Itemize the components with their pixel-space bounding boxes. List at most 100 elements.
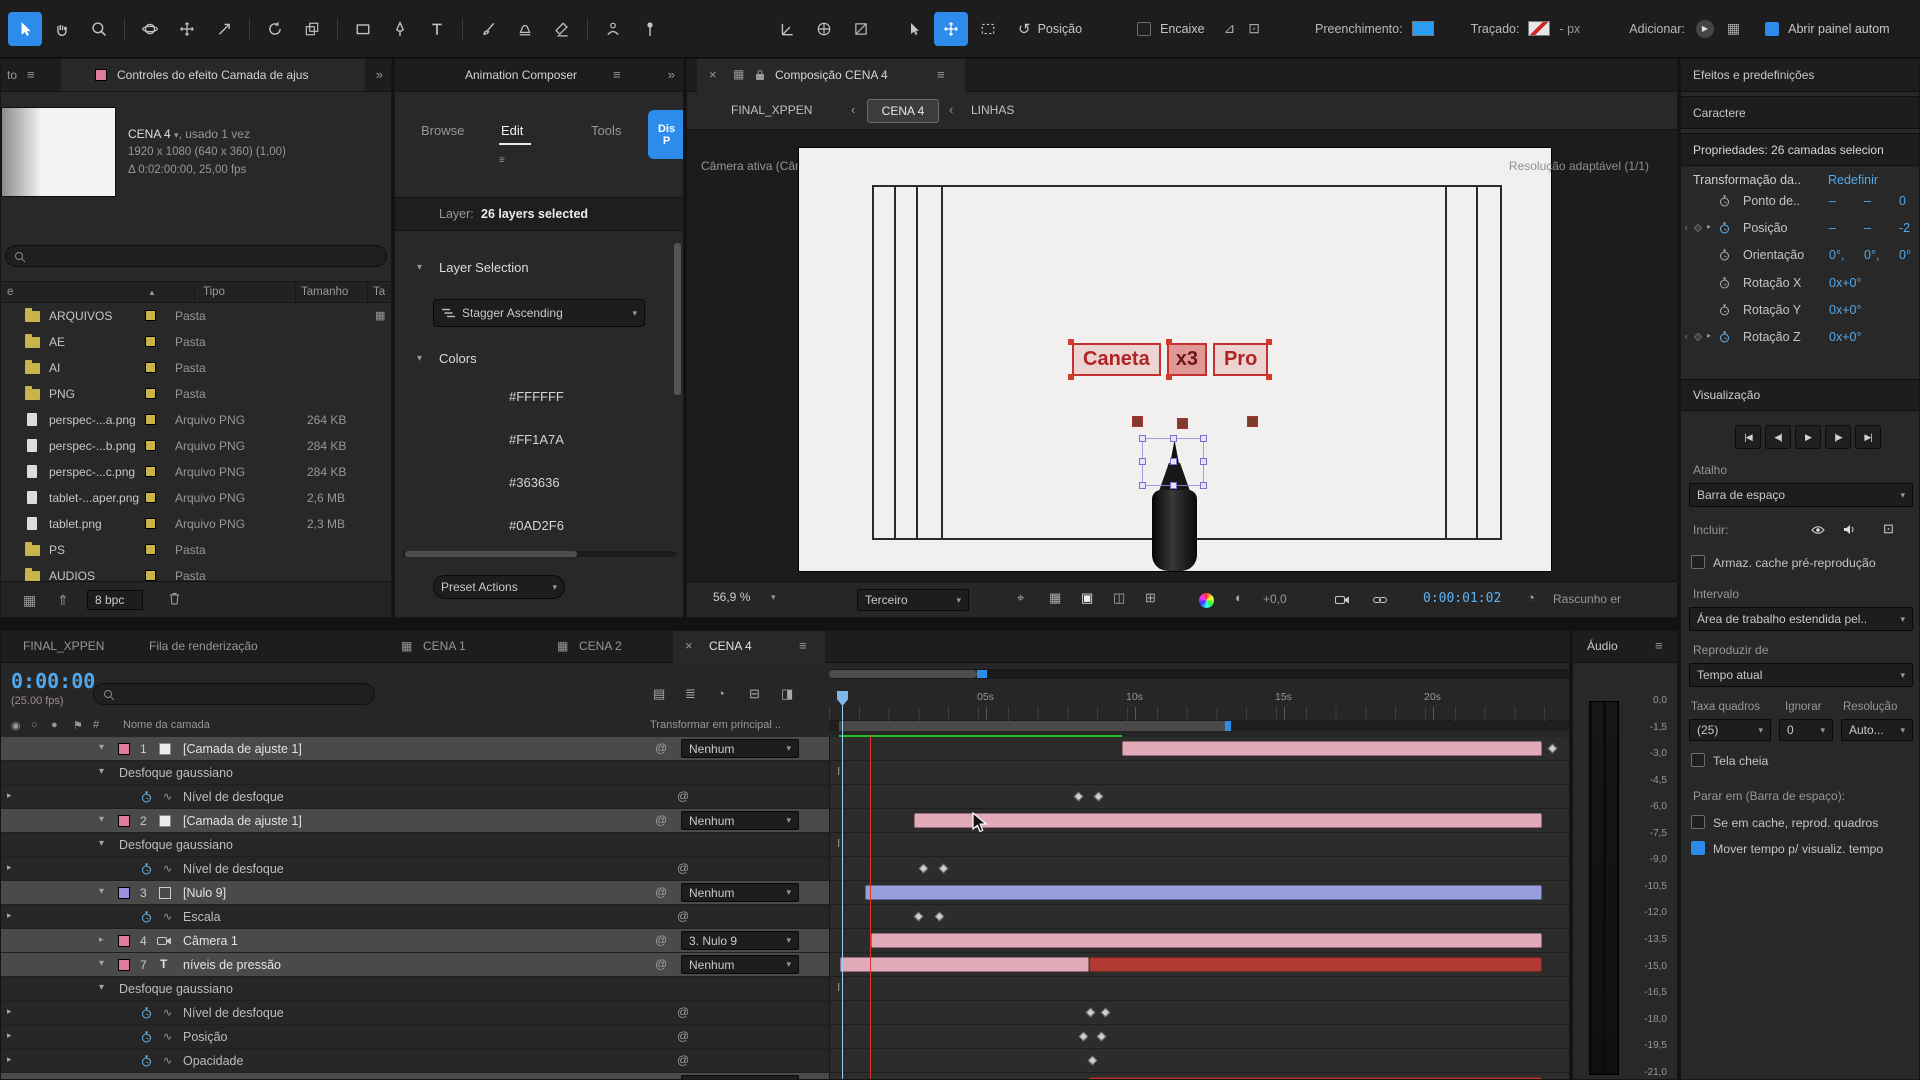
gizmo-handle[interactable]: [1139, 435, 1146, 442]
stopwatch-icon[interactable]: [1719, 277, 1730, 289]
comp-viewer[interactable]: Câmera ativa (Câmera 1) Resolução adaptá…: [687, 130, 1678, 581]
label-color[interactable]: [145, 518, 156, 529]
exposure-value[interactable]: +0,0: [1263, 592, 1287, 606]
project-row[interactable]: ARQUIVOSPasta▦: [1, 303, 391, 329]
graph-expand-icon[interactable]: ▸: [7, 790, 12, 801]
tab-fragment[interactable]: to: [7, 68, 17, 82]
work-area-bar[interactable]: [839, 721, 1227, 731]
shy-layers-icon[interactable]: ◔: [717, 686, 725, 701]
viewer-timecode[interactable]: 0:00:01:02: [1423, 591, 1501, 606]
comp-name-line[interactable]: CENA 4 ▾, usado 1 vez: [128, 127, 250, 141]
pick-whip-icon[interactable]: @: [655, 813, 667, 827]
layer-bar-red[interactable]: [1089, 957, 1542, 972]
add-grid-icon[interactable]: ▦: [1727, 20, 1740, 37]
eraser-tool[interactable]: [545, 12, 579, 46]
guides-icon[interactable]: ◫: [1113, 590, 1125, 606]
property-name[interactable]: Nível de desfoque: [183, 790, 284, 804]
tab-composition[interactable]: × ▦ Composição CENA 4 ≡: [697, 59, 965, 92]
mask-visibility-icon[interactable]: ▦: [1049, 590, 1061, 606]
overflow-icon[interactable]: »: [376, 67, 383, 82]
snap-checkbox[interactable]: [1137, 22, 1151, 36]
property-value[interactable]: 0x+0°: [1829, 303, 1861, 317]
tab-effect-controls[interactable]: Controles do efeito Camada de ajus: [61, 59, 365, 91]
property-value[interactable]: 0°,: [1829, 248, 1844, 262]
fill-color-swatch[interactable]: [1412, 21, 1434, 36]
breadcrumb-current[interactable]: CENA 4: [867, 99, 939, 123]
work-area-end-handle[interactable]: [1225, 721, 1231, 731]
layer-bar[interactable]: [865, 885, 1542, 900]
play-from-dropdown[interactable]: Tempo atual▾: [1689, 663, 1913, 687]
expand-icon[interactable]: ▾: [99, 838, 104, 849]
clone-stamp-tool[interactable]: [508, 12, 542, 46]
preset-actions-button[interactable]: Preset Actions ▾: [433, 575, 565, 599]
prev-keyframe-icon[interactable]: ‹: [1685, 223, 1688, 232]
property-value[interactable]: 0°: [1899, 248, 1911, 262]
tab-cena-4-active[interactable]: × CENA 4 ≡: [673, 631, 825, 663]
property-value[interactable]: 0x+0°: [1829, 330, 1861, 344]
layer-row[interactable]: ▾7Tníveis de pressão@Nenhum▾: [1, 953, 1570, 977]
discover-button[interactable]: Dis P: [648, 110, 684, 159]
keyframe-icon[interactable]: [1074, 792, 1084, 802]
view-axis-mode-icon[interactable]: [844, 12, 878, 46]
selection-handle[interactable]: [1166, 374, 1172, 380]
property-name[interactable]: Nível de desfoque: [183, 862, 284, 876]
transform-section-label[interactable]: Transformação da..: [1693, 173, 1801, 187]
stopwatch-icon[interactable]: [141, 1007, 152, 1019]
gizmo-handle[interactable]: [1170, 482, 1177, 489]
brush-tool[interactable]: [471, 12, 505, 46]
color-item[interactable]: #FF1A7A: [509, 432, 564, 447]
column-tipo[interactable]: Tipo: [203, 286, 225, 298]
property-row[interactable]: ▸∿Nível de desfoque@: [1, 857, 1570, 881]
layer-name[interactable]: Câmera 1: [183, 934, 238, 948]
parent-dropdown[interactable]: 10. Camada...▾: [681, 1075, 799, 1080]
label-color[interactable]: [145, 492, 156, 503]
project-row[interactable]: tablet-...aper.pngArquivo PNG2,6 MB: [1, 485, 391, 511]
expand-icon[interactable]: ▸: [99, 934, 104, 945]
skip-dropdown[interactable]: 0▾: [1779, 719, 1833, 741]
property-value[interactable]: –: [1864, 221, 1871, 235]
tab-edit[interactable]: Edit: [501, 123, 523, 138]
next-keyframe-icon[interactable]: ▸: [1707, 331, 1711, 340]
pen-tool[interactable]: [383, 12, 417, 46]
add-motion-icon[interactable]: ▶: [1696, 20, 1714, 38]
snapshot-camera-icon[interactable]: [1335, 595, 1350, 605]
stroke-label[interactable]: Traçado:: [1471, 22, 1520, 36]
local-axis-mode-icon[interactable]: [770, 12, 804, 46]
bit-depth-button[interactable]: 8 bpc: [87, 590, 143, 610]
layer-color-swatch[interactable]: [118, 815, 130, 827]
pick-whip-icon[interactable]: @: [677, 1005, 689, 1019]
layer-row[interactable]: ▾1[Camada de ajuste 1]@Nenhum▾: [1, 737, 1570, 761]
keyframe-icon[interactable]: [914, 912, 924, 922]
breadcrumb-leaf[interactable]: LINHAS: [971, 103, 1014, 117]
fill-label[interactable]: Preenchimento:: [1315, 22, 1403, 36]
project-row[interactable]: tablet.pngArquivo PNG2,3 MB: [1, 511, 391, 537]
expand-icon[interactable]: ▾: [99, 742, 104, 753]
hand-tool[interactable]: [45, 12, 79, 46]
tab-tools[interactable]: Tools: [591, 123, 621, 138]
draft-3d-icon[interactable]: ≣: [685, 686, 696, 702]
expand-icon[interactable]: ▾: [99, 886, 104, 897]
import-icon[interactable]: ⇑: [57, 592, 69, 609]
layer-name[interactable]: níveis de pressão: [183, 958, 281, 972]
close-icon[interactable]: ×: [685, 638, 693, 653]
selection-handle[interactable]: [1266, 339, 1272, 345]
property-name[interactable]: Nível de desfoque: [183, 1006, 284, 1020]
keyframe-icon[interactable]: [1094, 792, 1104, 802]
column-divider[interactable]: [194, 282, 195, 304]
property-name[interactable]: Opacidade: [183, 1054, 243, 1068]
property-value[interactable]: –: [1864, 194, 1871, 208]
graph-expand-icon[interactable]: ▸: [7, 1030, 12, 1041]
stopwatch-icon[interactable]: [1719, 249, 1730, 261]
pick-whip-icon[interactable]: @: [655, 957, 667, 971]
comp-canvas[interactable]: Caneta x3 Pro: [799, 148, 1551, 571]
layer-color-swatch[interactable]: [118, 959, 130, 971]
pan-camera-tool[interactable]: [170, 12, 204, 46]
menu-icon[interactable]: ≡: [27, 67, 35, 82]
gizmo-handle[interactable]: [1139, 482, 1146, 489]
go-to-end-button[interactable]: ▶|: [1855, 425, 1881, 449]
type-tool[interactable]: [420, 12, 454, 46]
tab-final-xppen[interactable]: FINAL_XPPEN: [23, 639, 104, 653]
property-value[interactable]: 0x+0°: [1829, 276, 1861, 290]
keyframe-icon[interactable]: [935, 912, 945, 922]
shortcut-dropdown[interactable]: Barra de espaço▾: [1689, 483, 1913, 507]
